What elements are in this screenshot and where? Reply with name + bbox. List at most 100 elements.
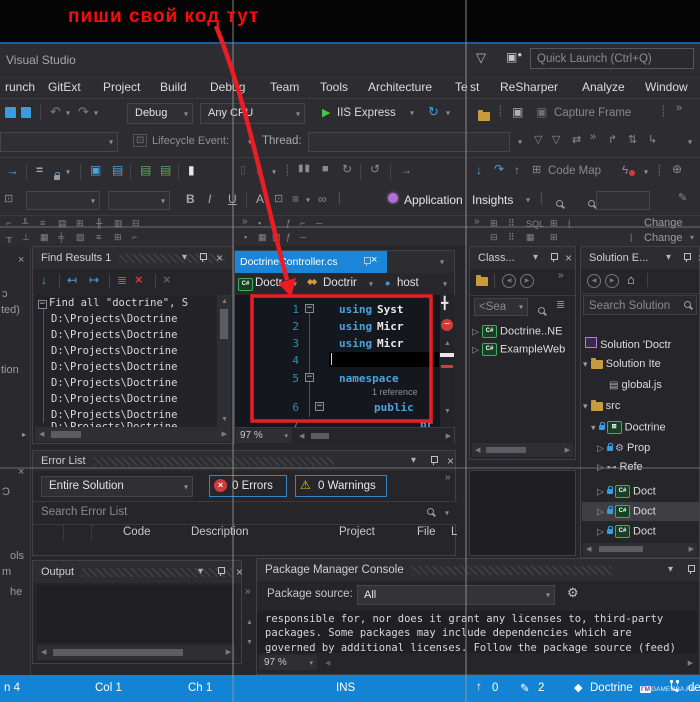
step-into-icon[interactable]: ↳ [648, 133, 657, 146]
scroll-down-icon[interactable]: ▼ [246, 638, 253, 648]
bc3-dropdown[interactable]: ▾ [443, 280, 450, 289]
pmc-console-text[interactable]: responsible for, nor does it grant any l… [257, 611, 697, 653]
script2-icon[interactable]: ▤ [160, 163, 171, 177]
pull-arrow-icon[interactable]: ↑ [476, 681, 482, 693]
feedback-icon[interactable]: ▽ [476, 50, 486, 66]
search-dropdown[interactable]: ▾ [445, 509, 449, 518]
pull-count[interactable]: 0 [492, 682, 498, 694]
fold-icon[interactable]: − [305, 373, 314, 382]
process-dropdown[interactable]: ▾ [0, 132, 118, 152]
lock-icon[interactable] [54, 172, 60, 181]
mini-icon[interactable]: ⊥ [22, 232, 30, 243]
filter-off-icon[interactable]: ▽ [552, 133, 560, 146]
overflow-icon[interactable]: » [445, 472, 451, 483]
pin-icon[interactable] [430, 456, 438, 465]
find-result-row[interactable]: D:\Projects\Doctrine [51, 361, 177, 373]
push-icon[interactable]: ↑ [514, 163, 520, 177]
window-position-dropdown[interactable]: ▾ [182, 247, 187, 269]
output-hscrollbar[interactable]: ◀ ▶ [37, 645, 235, 660]
codelens-references[interactable]: 1 reference [372, 387, 418, 397]
mini-icon[interactable]: ⊟ [490, 232, 498, 243]
prev-result-icon[interactable]: ↤ [67, 273, 77, 287]
breadcrumb-member[interactable]: host [397, 277, 419, 289]
rs-dropdown[interactable]: ▾ [644, 168, 696, 177]
menu-item[interactable]: runch [5, 80, 35, 94]
close-icon[interactable]: × [236, 561, 243, 583]
solution-items-folder-row[interactable]: ▾ Solution Ite [583, 357, 661, 370]
class-hscrollbar[interactable]: ◀ ▶ [472, 443, 573, 457]
menu-item[interactable]: Team [270, 80, 299, 94]
mini-icon[interactable]: ▦ [40, 232, 49, 243]
mini-icon[interactable]: ─ [300, 232, 306, 242]
swap-icon[interactable]: ⇄ [572, 133, 581, 146]
search-icon[interactable] [684, 301, 692, 309]
src-folder-row[interactable]: ▾ src [583, 399, 620, 412]
pmc-scroll-right-icon[interactable]: ▶ [688, 659, 693, 669]
overflow-icon[interactable]: » [245, 586, 251, 597]
zoom-in-icon[interactable]: ⊕ [672, 162, 682, 176]
clear-list-icon[interactable]: ≣ [117, 273, 127, 287]
solution-root-row[interactable]: Solution 'Doctr [585, 337, 671, 351]
find-summary-row[interactable]: − Find all "doctrine", S [38, 297, 188, 309]
close-icon[interactable]: × [216, 247, 223, 269]
filter-icon[interactable]: ▽ [534, 133, 542, 146]
copy-style-icon[interactable]: ⊡ [274, 192, 283, 205]
equals-icon[interactable]: = [36, 163, 43, 177]
link-icon[interactable]: ∞ [318, 192, 327, 206]
settings-list-icon[interactable]: ≣ [556, 298, 565, 311]
collapse-icon[interactable]: − [38, 300, 47, 309]
font-color-icon[interactable]: A [256, 192, 264, 206]
menu-item[interactable]: Analyze [582, 80, 625, 94]
error-search-box[interactable]: Search Error List ▾ [33, 501, 457, 525]
splitter-handle-icon[interactable]: ╋ [441, 296, 448, 310]
pin-icon[interactable] [217, 567, 225, 576]
change-label[interactable]: Change [644, 232, 683, 244]
cs-file-row[interactable]: ▷ C# Doct [597, 485, 656, 498]
branch-name-fragment[interactable]: de [688, 682, 700, 694]
search-icon[interactable] [427, 508, 435, 516]
quick-launch-box[interactable]: Quick Launch (Ctrl+Q) [530, 48, 694, 69]
errors-button[interactable]: × 0 Errors [209, 475, 287, 497]
find-result-row[interactable]: D:\Projects\Doctrine [51, 329, 177, 341]
redo-icon[interactable]: ↷ [78, 104, 89, 120]
branch-icon[interactable] [668, 679, 681, 696]
codelens-row[interactable]: 1 reference [372, 387, 418, 397]
cursor-folder-icon[interactable]: ▣ [90, 163, 101, 177]
window-position-dropdown[interactable]: ▾ [533, 247, 538, 269]
pmc-zoom-dropdown[interactable]: 97 % ▾ [259, 655, 317, 670]
code-area[interactable]: 1− using Syst 2 using Micr 3 using Micr 4 5− na… [235, 295, 440, 427]
italic-button[interactable]: I [208, 192, 211, 206]
row2-overflow[interactable]: ▾ [688, 138, 696, 147]
run-icon[interactable]: ▶ [322, 106, 330, 119]
window-position-dropdown[interactable]: ▾ [666, 247, 671, 269]
font-dropdown[interactable]: ▾ [108, 191, 170, 210]
mini-icon[interactable]: ▥ [272, 232, 281, 243]
menu-item[interactable]: Build [160, 80, 187, 94]
tab-pin-icon[interactable] [363, 257, 371, 266]
resharper-icon[interactable]: ϟ [622, 163, 635, 177]
pin-icon[interactable] [683, 253, 691, 262]
pin-icon[interactable] [550, 253, 558, 262]
new-folder-icon[interactable] [476, 275, 488, 286]
fold-icon[interactable]: − [305, 304, 314, 313]
scroll-down-icon[interactable]: ▼ [444, 407, 451, 417]
mini-icon[interactable]: ▦ [258, 232, 267, 243]
mini-icon[interactable]: ƒ [286, 232, 291, 242]
zoom-pct-dropdown[interactable] [596, 191, 650, 210]
menu-item[interactable]: ReSharper [500, 80, 558, 94]
project-row[interactable]: ▾ ⊞ Doctrine [591, 421, 666, 434]
gear-icon[interactable]: ⚙ [567, 585, 579, 601]
warnings-button[interactable]: ⚠ 0 Warnings [295, 475, 387, 497]
config-dropdown[interactable]: Debug ▾ [127, 103, 193, 124]
repo-icon[interactable]: ◆ [574, 681, 582, 694]
class-tree-item[interactable]: ▷ C# ExampleWeb [472, 343, 565, 356]
overflow-icon[interactable]: » [676, 102, 682, 114]
find-vscrollbar[interactable]: ▲ ▼ [217, 295, 231, 427]
column-file[interactable]: File [417, 526, 436, 538]
script-icon[interactable]: ▤ [140, 163, 151, 177]
mini-icon[interactable]: ╪ [58, 232, 64, 242]
mini-icon[interactable]: ⠿ [508, 232, 515, 243]
platform-dropdown[interactable]: Any CPU ▾ [200, 103, 305, 124]
navigate-icon[interactable]: → [6, 163, 19, 178]
mini-icon[interactable]: ▧ [76, 232, 85, 243]
